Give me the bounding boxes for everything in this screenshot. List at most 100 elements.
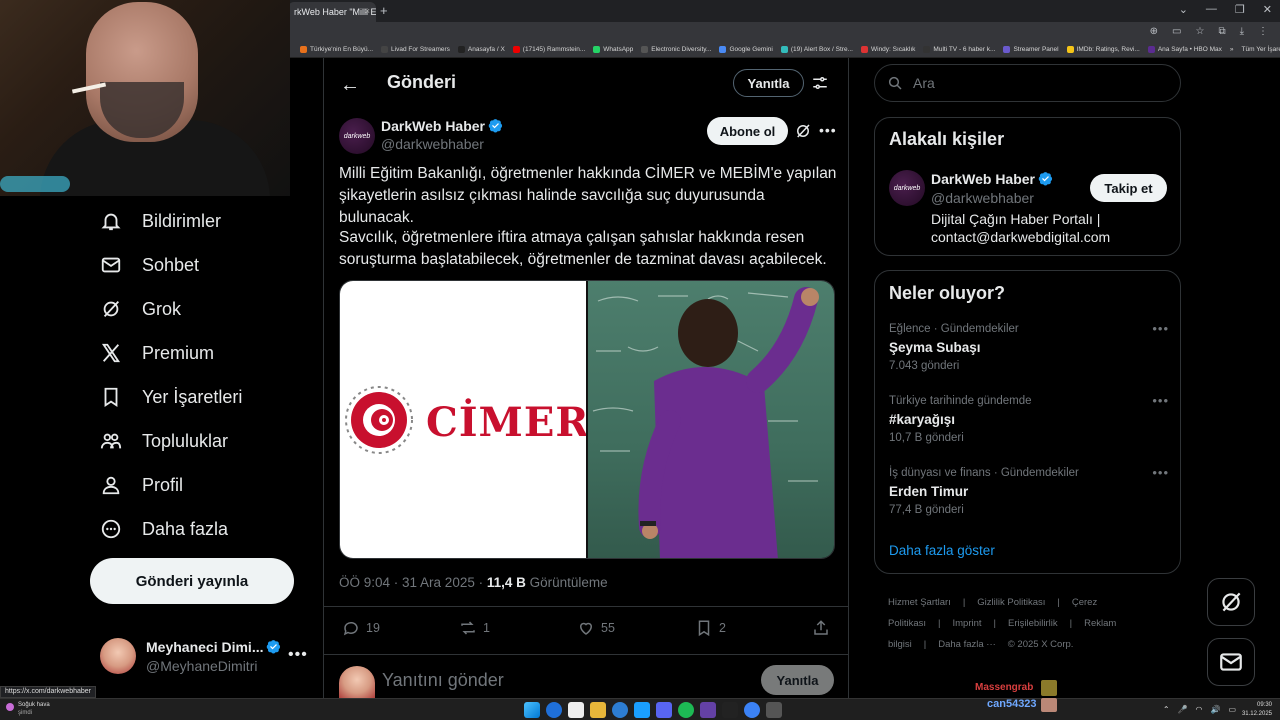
post-button[interactable]: Gönderi yayınla: [90, 558, 294, 604]
bookmark-favicon-icon: [1003, 46, 1011, 53]
more-icon[interactable]: •••: [288, 646, 308, 664]
bookmark-item[interactable]: Ana Sayfa • HBO Max: [1147, 46, 1222, 53]
follow-button[interactable]: Takip et: [1090, 174, 1167, 202]
related-name[interactable]: DarkWeb Haber: [931, 171, 1053, 187]
trend-more-icon[interactable]: •••: [1152, 393, 1169, 408]
trend-item[interactable]: Türkiye tarihinde gündemde #karyağışı 10,7…: [889, 393, 1169, 444]
download-icon[interactable]: ⤓: [1240, 26, 1244, 37]
back-arrow-icon[interactable]: ←: [340, 74, 360, 97]
battery-icon[interactable]: ▭: [1228, 705, 1236, 714]
bookmark-item[interactable]: Electronic Diversity...: [641, 46, 711, 53]
grok-fab-button[interactable]: [1207, 578, 1255, 626]
reply-submit-button[interactable]: Yanıtla: [761, 665, 834, 695]
bookmark-item[interactable]: Streamer Panel: [1003, 46, 1059, 53]
tweet-text-paragraph: Savcılık, öğretmenlere iftira atmaya çal…: [339, 229, 827, 268]
nav-item-profile[interactable]: Profil: [100, 470, 183, 500]
avatar[interactable]: darkweb: [889, 170, 925, 206]
clock[interactable]: 09:30 31.12.2025: [1242, 701, 1272, 719]
tab-search-icon[interactable]: ⌄: [1179, 3, 1188, 16]
maximize-icon[interactable]: ❐: [1235, 3, 1245, 16]
author-handle[interactable]: @darkwebhaber: [381, 136, 484, 152]
tweet-more-icon[interactable]: •••: [819, 122, 837, 138]
nav-item-x-logo[interactable]: Premium: [100, 338, 214, 368]
footer-link[interactable]: Imprint: [952, 618, 981, 629]
bookmark-item[interactable]: Türkiye'nin En Büyü...: [300, 46, 373, 53]
taskbar-app-icon[interactable]: [568, 702, 584, 718]
like-action[interactable]: 55: [577, 619, 615, 637]
account-switcher[interactable]: Meyhaneci Dimi... @MeyhaneDimitri •••: [100, 636, 310, 682]
share-action[interactable]: [812, 619, 830, 637]
trend-more-icon[interactable]: •••: [1152, 321, 1169, 336]
taskbar-app-icon[interactable]: [612, 702, 628, 718]
bookmark-item[interactable]: Multi TV - 6 haber k...: [923, 46, 995, 53]
footer-separator: |: [1069, 618, 1073, 629]
zoom-icon[interactable]: ⊕: [1150, 26, 1158, 37]
volume-icon[interactable]: 🔊: [1210, 705, 1220, 714]
nav-item-grok[interactable]: Grok: [100, 294, 181, 324]
new-tab-button[interactable]: +: [380, 3, 388, 18]
bookmark-item[interactable]: Windy: Sıcaklık: [860, 46, 916, 53]
close-window-icon[interactable]: ✕: [1263, 3, 1272, 16]
taskbar-app-icon[interactable]: [766, 702, 782, 718]
grok-icon[interactable]: [794, 122, 812, 140]
trend-item[interactable]: Eğlence · Gündemdekiler Şeyma Subaşı 7.043…: [889, 321, 1169, 372]
reply-input[interactable]: Yanıtını gönder: [382, 670, 504, 691]
author-name[interactable]: DarkWeb Haber: [381, 118, 503, 134]
bookmark-action[interactable]: 2: [695, 619, 726, 637]
bookmark-item[interactable]: (19) Alert Box / Stre...: [780, 46, 853, 53]
repost-action[interactable]: 1: [459, 619, 490, 637]
tray-chevron-icon[interactable]: ⌃: [1163, 705, 1170, 714]
menu-icon[interactable]: ⋮: [1258, 26, 1268, 37]
weather-widget[interactable]: Soğuk hava şimdi: [6, 701, 50, 717]
mic-icon[interactable]: 🎤: [1178, 705, 1188, 714]
bookmark-item[interactable]: (17145) Rammstein...: [512, 46, 585, 53]
taskbar-app-icon[interactable]: [546, 702, 562, 718]
all-bookmarks-folder[interactable]: Tüm Yer İşaretleri: [1242, 46, 1280, 53]
bookmark-item[interactable]: Google Gemini: [719, 46, 773, 53]
nav-item-bell[interactable]: Bildirimler: [100, 206, 221, 236]
trend-more-icon[interactable]: •••: [1152, 465, 1169, 480]
tab-close-icon[interactable]: ×: [365, 6, 370, 16]
reply-action[interactable]: 19: [342, 619, 380, 637]
taskbar-app-icon[interactable]: [678, 702, 694, 718]
reply-header-button[interactable]: Yanıtla: [733, 69, 804, 97]
messages-fab-button[interactable]: [1207, 638, 1255, 686]
extensions-icon[interactable]: ⧉: [1218, 26, 1225, 37]
author-avatar[interactable]: darkweb: [339, 118, 375, 154]
footer-link[interactable]: Erişilebilirlik: [1008, 618, 1058, 629]
taskbar-app-icon[interactable]: [656, 702, 672, 718]
nav-item-bookmark[interactable]: Yer İşaretleri: [100, 382, 242, 412]
address-bar[interactable]: ⊕ ▭ ☆ ⧉ ⤓ ⋮: [290, 22, 1280, 42]
taskbar-app-icon[interactable]: [744, 702, 760, 718]
footer-link[interactable]: © 2025 X Corp.: [1008, 639, 1074, 650]
trend-item[interactable]: İş dünyası ve finans · Gündemdekiler Erde…: [889, 465, 1169, 516]
filter-icon[interactable]: [811, 74, 829, 92]
show-more-link[interactable]: Daha fazla göster: [889, 543, 995, 558]
bookmark-item[interactable]: Anasayfa / X: [457, 46, 505, 53]
bookmark-item[interactable]: WhatsApp: [593, 46, 633, 53]
footer-link[interactable]: Hizmet Şartları: [888, 597, 951, 608]
bookmark-label: Windy: Sıcaklık: [870, 46, 916, 53]
browser-tab[interactable]: rkWeb Haber "Milli Eğ ×: [288, 2, 376, 22]
related-handle[interactable]: @darkwebhaber: [931, 190, 1034, 206]
taskbar-app-icon[interactable]: [634, 702, 650, 718]
subscribe-button[interactable]: Abone ol: [707, 117, 788, 145]
minimize-icon[interactable]: —: [1206, 3, 1217, 16]
wifi-icon[interactable]: ◠: [1195, 705, 1202, 714]
search-input[interactable]: Ara: [874, 64, 1181, 102]
taskbar-app-icon[interactable]: [590, 702, 606, 718]
bookmark-item[interactable]: Livad For Streamers: [381, 46, 450, 53]
start-button-icon[interactable]: [524, 702, 540, 718]
bookmark-item[interactable]: IMDb: Ratings, Revi...: [1066, 46, 1140, 53]
tweet-media[interactable]: CİMER: [339, 280, 835, 559]
nav-item-mail[interactable]: Sohbet: [100, 250, 199, 280]
star-icon[interactable]: ☆: [1195, 26, 1204, 37]
taskbar-app-icon[interactable]: [700, 702, 716, 718]
cast-icon[interactable]: ▭: [1172, 26, 1181, 37]
footer-link[interactable]: Gizlilik Politikası: [977, 597, 1045, 608]
nav-item-communities[interactable]: Topluluklar: [100, 426, 228, 456]
nav-item-more-circle[interactable]: Daha fazla: [100, 514, 228, 544]
taskbar-app-icon[interactable]: [722, 702, 738, 718]
bookmarks-overflow-icon[interactable]: »: [1230, 46, 1234, 53]
footer-link[interactable]: Daha fazla ···: [938, 639, 996, 650]
